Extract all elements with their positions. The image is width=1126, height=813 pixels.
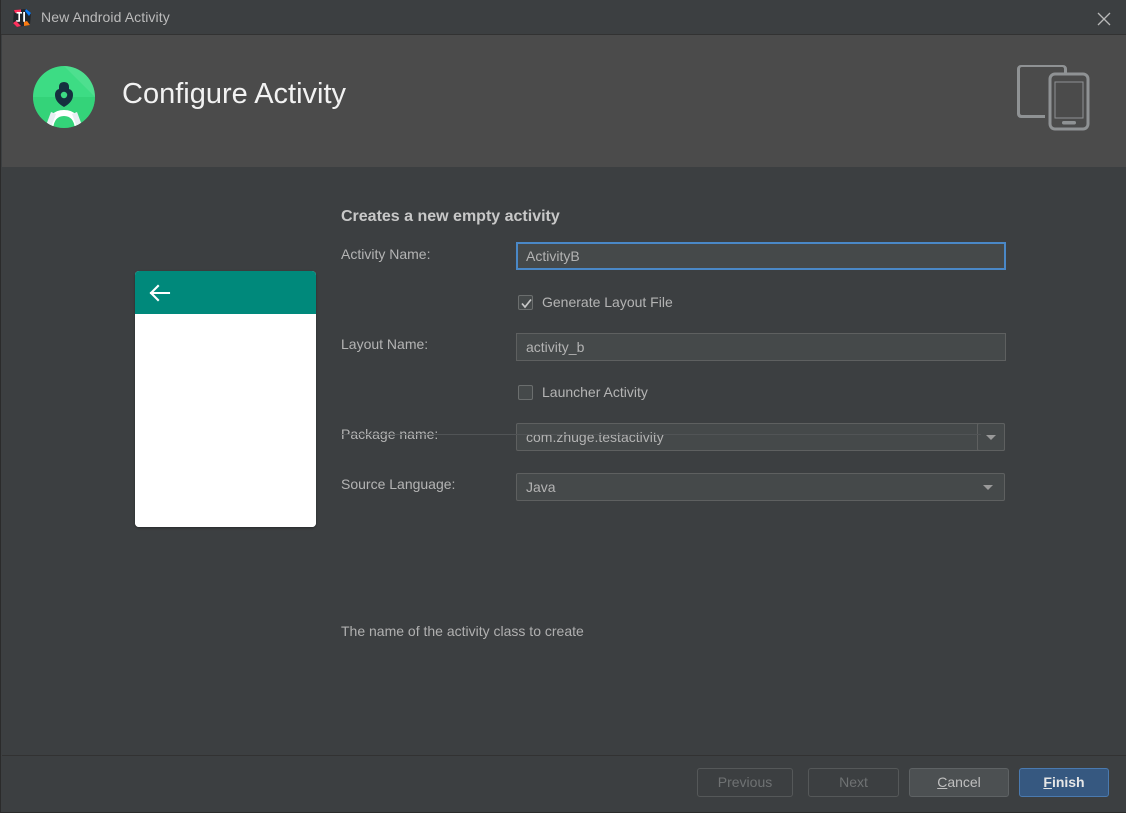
cancel-button[interactable]: Cancel [909, 768, 1009, 797]
arrow-back-icon [149, 283, 171, 308]
activity-preview-thumbnail [135, 271, 316, 527]
dialog-footer: Previous Next Cancel Finish [2, 756, 1126, 812]
preview-toolbar [135, 271, 316, 314]
activity-name-input[interactable] [516, 242, 1006, 270]
package-name-value: com.zhuge.testactivity [526, 429, 664, 445]
section-title: Creates a new empty activity [341, 208, 560, 225]
package-name-dropdown-button[interactable] [977, 423, 1005, 451]
title-bar: New Android Activity [1, 0, 1126, 35]
help-text: The name of the activity class to create [341, 623, 584, 639]
generate-layout-file-checkbox[interactable] [518, 294, 533, 310]
android-studio-logo [30, 62, 98, 132]
dialog-body: Creates a new empty activity Activity Na… [2, 167, 1126, 755]
launcher-activity-label: Launcher Activity [542, 384, 648, 400]
layout-name-input[interactable] [516, 333, 1006, 361]
finish-label-rest: inish [1051, 774, 1085, 790]
launcher-activity-checkbox-row[interactable]: Launcher Activity [518, 384, 648, 400]
launcher-activity-checkbox[interactable] [518, 384, 533, 400]
finish-button[interactable]: Finish [1019, 768, 1109, 797]
window-title: New Android Activity [41, 9, 170, 25]
source-language-combobox[interactable]: Java [516, 473, 1005, 501]
close-icon[interactable] [1081, 0, 1126, 34]
new-android-activity-dialog: New Android Activity Configure Activity … [0, 0, 1126, 813]
generate-layout-file-checkbox-row[interactable]: Generate Layout File [518, 294, 673, 310]
dialog-header: Configure Activity [2, 35, 1126, 167]
package-name-combobox[interactable]: com.zhuge.testactivity [516, 423, 1005, 451]
chevron-down-icon [986, 435, 996, 440]
previous-button[interactable]: Previous [697, 768, 793, 797]
section-divider [341, 434, 981, 435]
source-language-label: Source Language: [341, 476, 456, 492]
source-language-dropdown-button[interactable] [980, 474, 996, 500]
source-language-value: Java [526, 479, 556, 495]
layout-name-label: Layout Name: [341, 336, 429, 352]
tablet-and-phone-icon [1004, 42, 1099, 137]
chevron-down-icon [983, 485, 993, 490]
cancel-label-rest: ancel [947, 774, 981, 790]
cancel-mnemonic: C [937, 774, 948, 790]
preview-content-area [135, 314, 316, 527]
activity-name-label: Activity Name: [341, 246, 431, 262]
next-button[interactable]: Next [808, 768, 899, 797]
generate-layout-file-label: Generate Layout File [542, 294, 673, 310]
finish-mnemonic: F [1043, 774, 1052, 790]
intellij-idea-icon [12, 8, 32, 28]
page-title: Configure Activity [122, 78, 347, 110]
